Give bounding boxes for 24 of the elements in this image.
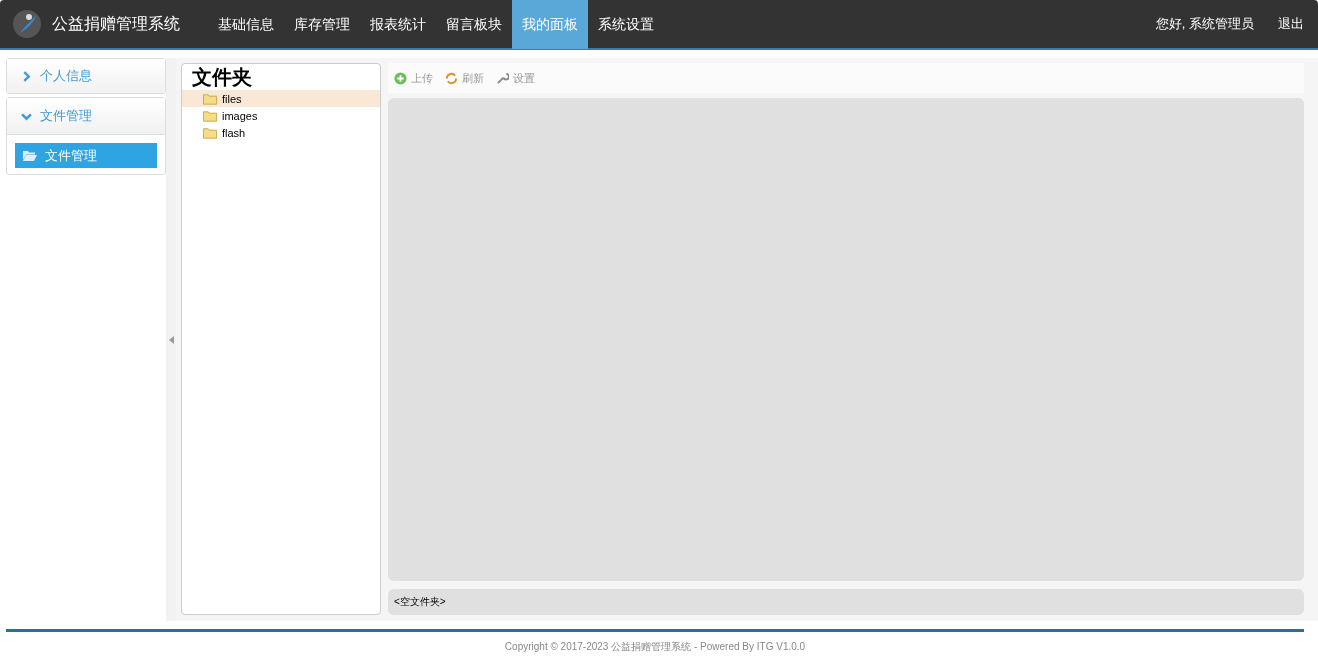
nav-tab[interactable]: 报表统计 [360, 0, 436, 49]
plus-icon [394, 71, 407, 85]
collapse-arrow-icon[interactable] [168, 335, 174, 344]
folder-open-icon [23, 150, 37, 161]
nav-tab[interactable]: 系统设置 [588, 0, 664, 49]
refresh-icon [445, 71, 458, 85]
nav-tab[interactable]: 库存管理 [284, 0, 360, 49]
status-text: <空文件夹> [394, 595, 446, 609]
nav-tab[interactable]: 基础信息 [208, 0, 284, 49]
folder-row[interactable]: flash [182, 124, 380, 141]
nav-tab[interactable]: 留言板块 [436, 0, 512, 49]
greeting-text: 您好, 系统管理员 [1155, 15, 1254, 33]
folder-row[interactable]: images [182, 107, 380, 124]
panel-title: 文件夹 [191, 65, 253, 90]
folder-icon [203, 109, 218, 122]
runner-logo-icon [12, 9, 42, 39]
folder-icon [203, 126, 218, 139]
folder-icon [203, 92, 218, 105]
wrench-icon [496, 71, 509, 85]
folder-row[interactable]: files [182, 90, 380, 107]
chevron-icon [21, 70, 32, 82]
app-title: 公益捐赠管理系统 [52, 13, 180, 34]
copyright-text: Copyright © 2017-2023 公益捐赠管理系统 - Powered By ITG V1.0.0 [504, 641, 806, 652]
logout-link[interactable]: 退出 [1278, 15, 1304, 33]
